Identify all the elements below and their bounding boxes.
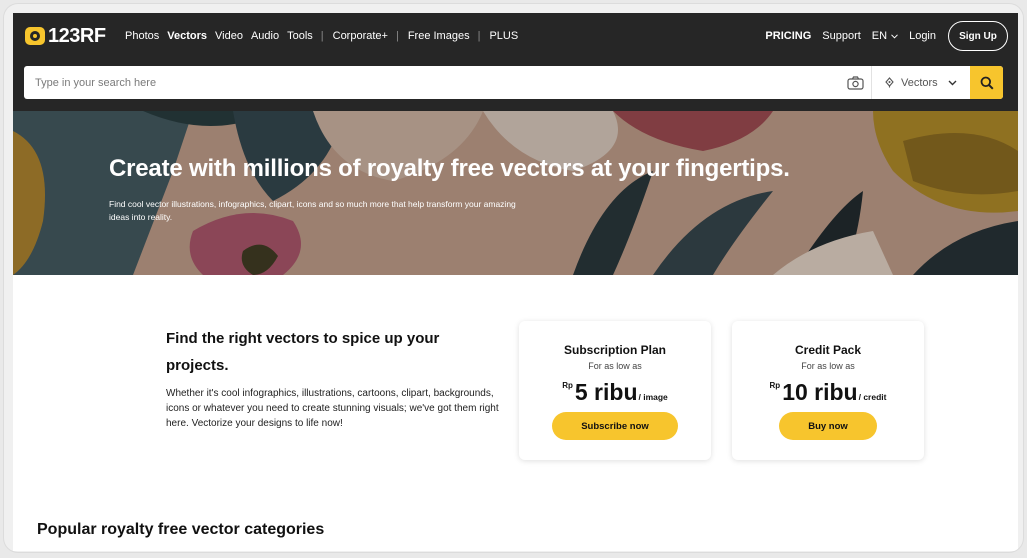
hero-background-illustration — [13, 111, 1018, 275]
main-nav: Photos Vectors Video Audio Tools | Corpo… — [125, 26, 526, 46]
plan-title: Subscription Plan — [563, 343, 666, 357]
hero-banner: Create with millions of royalty free vec… — [13, 111, 1018, 275]
subscription-plan-card: Subscription Plan For as low as Rp 5 rib… — [519, 321, 711, 460]
popular-categories-heading: Popular royalty free vector categories — [37, 521, 325, 538]
logo[interactable]: 123RF — [25, 24, 106, 47]
search-button[interactable] — [970, 66, 1003, 99]
nav-tools[interactable]: Tools — [287, 30, 313, 42]
search-input[interactable] — [24, 66, 839, 99]
language-label: EN — [871, 30, 888, 42]
price-unit: / credit — [858, 392, 887, 402]
price-currency: Rp — [562, 381, 573, 390]
nav-audio[interactable]: Audio — [251, 30, 279, 42]
chevron-down-icon — [948, 80, 957, 86]
support-link[interactable]: Support — [822, 30, 861, 42]
plan-subtitle: For as low as — [588, 361, 642, 371]
pricing-link[interactable]: PRICING — [765, 30, 811, 42]
nav-plus[interactable]: PLUS — [489, 30, 518, 42]
plan-subtitle: For as low as — [801, 361, 855, 371]
account-nav: PRICING Support EN Login Sign Up — [754, 21, 1008, 51]
asset-type-dropdown[interactable]: Vectors — [871, 66, 970, 99]
login-link[interactable]: Login — [909, 30, 936, 42]
nav-photos[interactable]: Photos — [125, 30, 159, 42]
plan-price: Rp 5 ribu / image — [519, 377, 711, 405]
signup-button[interactable]: Sign Up — [948, 21, 1008, 51]
asset-type-label: Vectors — [901, 76, 938, 89]
nav-divider: | — [320, 30, 324, 42]
intro-text: Whether it's cool infographics, illustra… — [166, 388, 499, 429]
plan-title: Credit Pack — [794, 343, 862, 357]
camera-icon[interactable] — [839, 66, 871, 99]
nav-divider: | — [477, 30, 481, 42]
nav-free-images[interactable]: Free Images — [408, 30, 470, 42]
intro-heading: Find the right vectors to spice up your … — [166, 330, 440, 374]
hero-subtitle: Find cool vector illustrations, infograp… — [109, 199, 516, 222]
price-unit: / image — [638, 392, 668, 402]
page: 123RF Photos Vectors Video Audio Tools |… — [13, 13, 1018, 551]
logo-mark-icon — [25, 27, 45, 45]
price-amount: 10 ribu — [782, 379, 858, 405]
price-amount: 5 ribu — [574, 379, 638, 405]
credit-pack-card: Credit Pack For as low as Rp 10 ribu / c… — [732, 321, 924, 460]
nav-vectors[interactable]: Vectors — [167, 30, 207, 42]
browser-frame: 123RF Photos Vectors Video Audio Tools |… — [4, 4, 1023, 552]
logo-text: 123RF — [48, 24, 106, 47]
vector-pen-icon — [884, 77, 895, 88]
chevron-down-icon — [891, 33, 898, 39]
price-currency: Rp — [769, 381, 781, 390]
search-icon — [980, 76, 994, 90]
language-select[interactable]: EN — [872, 30, 898, 42]
subscribe-button[interactable]: Subscribe now — [552, 412, 678, 440]
site-header: 123RF Photos Vectors Video Audio Tools |… — [13, 13, 1018, 111]
nav-divider: | — [395, 30, 399, 42]
search-bar: Vectors — [24, 66, 1003, 99]
hero-title: Create with millions of royalty free vec… — [109, 155, 790, 182]
nav-video[interactable]: Video — [215, 30, 243, 42]
nav-corporate[interactable]: Corporate+ — [333, 30, 388, 42]
buy-now-button[interactable]: Buy now — [779, 412, 877, 440]
plan-price: Rp 10 ribu / credit — [732, 377, 924, 405]
